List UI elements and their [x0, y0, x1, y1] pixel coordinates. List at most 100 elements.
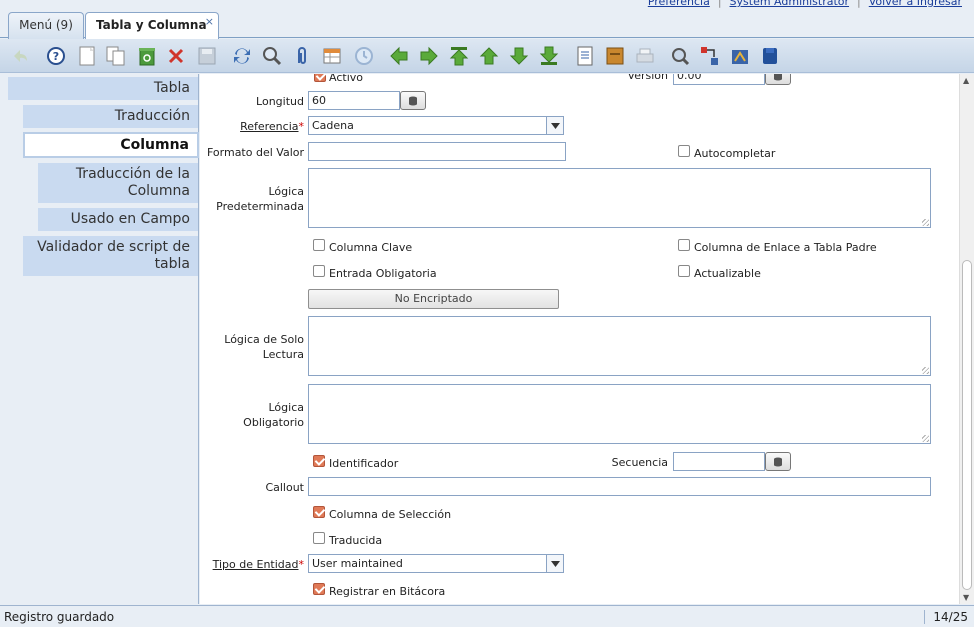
vertical-scrollbar[interactable]: ▲ ▼: [959, 74, 974, 604]
help-icon[interactable]: ?: [44, 44, 68, 68]
columna-enlace-checkbox[interactable]: [678, 239, 690, 251]
secuencia-field[interactable]: [673, 452, 765, 471]
database-icon: [774, 74, 782, 80]
nav-item-validador-script[interactable]: Validador de script de tabla: [23, 236, 198, 276]
zoom-across-icon[interactable]: [668, 44, 692, 68]
callout-field[interactable]: [308, 477, 931, 496]
resize-handle[interactable]: [922, 435, 929, 442]
user-link[interactable]: System Administrator: [722, 0, 858, 9]
required-mark: *: [298, 558, 305, 571]
logica-predeterminada-textarea[interactable]: [308, 168, 931, 228]
copy-record-icon[interactable]: [104, 44, 128, 68]
nav-item-traduccion-columna[interactable]: Traducción de la Columna: [38, 163, 198, 203]
last-record-icon[interactable]: [537, 44, 561, 68]
scroll-up-icon[interactable]: ▲: [963, 76, 969, 85]
longitud-button[interactable]: [400, 91, 426, 110]
identificador-checkbox[interactable]: [313, 455, 325, 467]
workflow-icon[interactable]: [698, 44, 722, 68]
traducida-label: Traducida: [329, 534, 383, 547]
previous-record-icon[interactable]: [477, 44, 501, 68]
find-icon[interactable]: [260, 44, 284, 68]
nav-item-usado-en-campo[interactable]: Usado en Campo: [38, 208, 198, 231]
traducida-checkbox[interactable]: [313, 532, 325, 544]
previous-tab-icon[interactable]: [387, 44, 411, 68]
close-icon[interactable]: ×: [205, 15, 214, 28]
nav-item-label: Columna: [120, 137, 189, 153]
scroll-down-icon[interactable]: ▼: [963, 593, 969, 602]
version-field[interactable]: 0.00: [673, 74, 765, 85]
activo-label: Activo: [329, 74, 363, 84]
attachment-icon[interactable]: [290, 44, 314, 68]
next-tab-icon[interactable]: [417, 44, 441, 68]
columna-seleccion-checkbox[interactable]: [313, 506, 325, 518]
new-record-icon[interactable]: [75, 44, 99, 68]
entrada-obligatoria-label: Entrada Obligatoria: [329, 267, 437, 280]
longitud-field[interactable]: 60: [308, 91, 400, 110]
resize-handle[interactable]: [922, 219, 929, 226]
nav-item-tabla[interactable]: Tabla: [8, 77, 198, 100]
longitud-label: Longitud: [256, 95, 304, 108]
nav-item-label: Traducción de la Columna: [75, 166, 190, 199]
referencia-label-text[interactable]: Referencia: [240, 120, 298, 133]
tab-tabla-columna[interactable]: Tabla y Columna ×: [85, 12, 219, 40]
referencia-select[interactable]: Cadena: [308, 116, 564, 135]
encrypted-button[interactable]: No Encriptado: [308, 289, 559, 309]
save-recycle-icon[interactable]: [135, 44, 159, 68]
resize-handle[interactable]: [922, 367, 929, 374]
chevron-down-icon[interactable]: [546, 117, 563, 134]
label-line: Lógica: [268, 185, 305, 198]
exit-icon[interactable]: [758, 44, 782, 68]
columna-enlace-label: Columna de Enlace a Tabla Padre: [694, 241, 877, 254]
identificador-label: Identificador: [329, 457, 399, 470]
preferences-link[interactable]: Preferencia: [640, 0, 718, 9]
logica-obligatorio-label: Lógica Obligatorio: [202, 400, 304, 430]
logica-obligatorio-textarea[interactable]: [308, 384, 931, 444]
record-form: Activo Version 0.00 Longitud 60 Referenc…: [200, 74, 959, 604]
nav-item-label: Traducción: [114, 108, 190, 124]
logout-link[interactable]: Volver a Ingresar: [861, 0, 970, 9]
nav-item-label: Tabla: [153, 80, 190, 96]
version-label: Version: [627, 74, 668, 82]
tab-menu[interactable]: Menú (9): [8, 12, 84, 39]
archive-icon[interactable]: [603, 44, 627, 68]
scroll-thumb[interactable]: [962, 260, 972, 590]
label-line: Lógica de Solo: [224, 333, 304, 346]
record-counter: 14/25: [924, 610, 968, 624]
refresh-icon[interactable]: [230, 44, 254, 68]
save-icon[interactable]: [195, 44, 219, 68]
activo-checkbox[interactable]: [314, 74, 326, 82]
secuencia-button[interactable]: [765, 452, 791, 471]
autocompletar-checkbox[interactable]: [678, 145, 690, 157]
database-icon: [409, 96, 417, 105]
logica-solo-lectura-textarea[interactable]: [308, 316, 931, 376]
print-icon[interactable]: [633, 44, 657, 68]
tab-label: Tabla y Columna: [96, 18, 207, 32]
grid-toggle-icon[interactable]: [320, 44, 344, 68]
report-icon[interactable]: [573, 44, 597, 68]
actualizable-label: Actualizable: [694, 267, 761, 280]
tipo-entidad-label-text[interactable]: Tipo de Entidad: [213, 558, 299, 571]
registrar-bitacora-checkbox[interactable]: [313, 583, 325, 595]
tipo-entidad-value: User maintained: [312, 557, 403, 570]
required-mark: *: [298, 120, 305, 133]
process-icon[interactable]: [728, 44, 752, 68]
callout-label: Callout: [265, 481, 304, 494]
actualizable-checkbox[interactable]: [678, 265, 690, 277]
history-icon[interactable]: [352, 44, 376, 68]
nav-item-traduccion[interactable]: Traducción: [23, 105, 198, 128]
undo-icon[interactable]: [8, 44, 32, 68]
first-record-icon[interactable]: [447, 44, 471, 68]
top-links: Preferencia | System Administrator | Vol…: [640, 0, 970, 9]
version-button[interactable]: [765, 74, 791, 85]
status-message: Registro guardado: [4, 610, 115, 624]
columna-clave-checkbox[interactable]: [313, 239, 325, 251]
delete-icon[interactable]: [164, 44, 188, 68]
entrada-obligatoria-checkbox[interactable]: [313, 265, 325, 277]
chevron-down-icon[interactable]: [546, 555, 563, 572]
formato-field[interactable]: [308, 142, 566, 161]
columna-clave-label: Columna Clave: [329, 241, 413, 254]
nav-item-columna[interactable]: Columna: [23, 132, 199, 158]
tipo-entidad-select[interactable]: User maintained: [308, 554, 564, 573]
next-record-icon[interactable]: [507, 44, 531, 68]
autocompletar-label: Autocompletar: [694, 147, 776, 160]
